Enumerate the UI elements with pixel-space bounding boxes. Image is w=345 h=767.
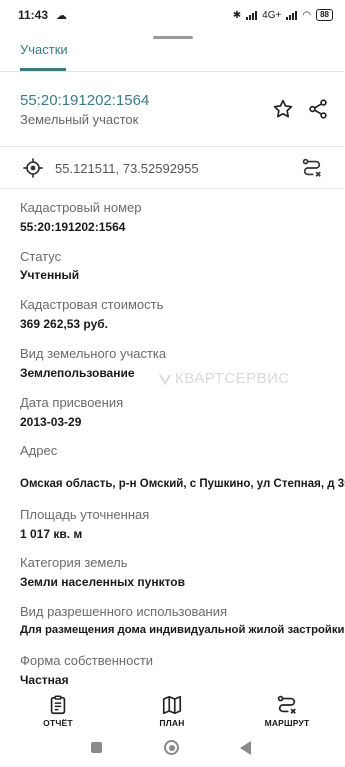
status-time: 11:43	[18, 8, 49, 22]
field-label-status: Статус	[20, 249, 62, 264]
field-label-cadastral-value: Кадастровая стоимость	[20, 297, 164, 312]
field-label-cadastral-number: Кадастровый номер	[20, 200, 142, 215]
watermark: КВАРТСЕРВИС	[158, 370, 290, 387]
field-value-land-category: Земли населенных пунктов	[20, 575, 186, 589]
field-value-permitted-use: Для размещения дома индивидуальной жилой…	[20, 624, 345, 636]
tab-parcels[interactable]: Участки	[20, 42, 68, 57]
route-icon[interactable]	[298, 154, 326, 182]
field-label-land-category: Категория земель	[20, 555, 128, 570]
cloud-icon: ☁	[56, 9, 68, 22]
field-label-land-type: Вид земельного участка	[20, 346, 167, 361]
field-value-cadastral-value: 369 262,53 руб.	[20, 317, 108, 331]
field-value-assignment-date: 2013-03-29	[20, 415, 82, 429]
field-value-address: Омская область, р-н Омский, с Пушкино, у…	[20, 478, 345, 490]
target-icon[interactable]	[19, 154, 47, 182]
status-bar: 11:43 ☁ ✱ 4G+ ◠ 88	[0, 0, 345, 30]
battery-icon: 88	[316, 9, 333, 21]
field-label-assignment-date: Дата присвоения	[20, 395, 124, 410]
field-value-ownership: Частная	[20, 673, 69, 687]
recents-icon[interactable]	[91, 742, 102, 753]
home-icon[interactable]	[164, 740, 179, 755]
wifi-icon: ◠	[302, 9, 312, 21]
nav-report-label: ОТЧЁТ	[43, 718, 73, 728]
parcel-type: Земельный участок	[20, 112, 139, 127]
network-type: 4G+	[262, 9, 282, 21]
field-value-status: Учтенный	[20, 268, 80, 282]
nav-route-label: МАРШРУТ	[264, 718, 310, 728]
coordinates-row: 55.121511, 73.52592955	[0, 150, 345, 188]
signal-icon-2	[286, 10, 298, 20]
field-label-ownership: Форма собственности	[20, 653, 154, 668]
field-label-address: Адрес	[20, 443, 58, 458]
nav-plan-label: ПЛАН	[159, 718, 185, 728]
bottom-navigation: ОТЧЁТ ПЛАН МАРШРУТ	[0, 690, 345, 734]
field-value-area: 1 017 кв. м	[20, 527, 83, 541]
field-label-permitted-use: Вид разрешенного использования	[20, 604, 228, 619]
back-icon[interactable]	[240, 741, 251, 755]
bluetooth-icon: ✱	[232, 9, 242, 21]
share-icon[interactable]	[304, 95, 332, 123]
nav-plan[interactable]: ПЛАН	[132, 690, 212, 734]
divider	[0, 188, 345, 189]
watermark-logo-icon	[158, 373, 172, 385]
field-label-area: Площадь уточненная	[20, 507, 150, 522]
signal-icon	[246, 10, 258, 20]
tab-indicator	[20, 68, 66, 71]
watermark-text: КВАРТСЕРВИС	[175, 370, 290, 387]
nav-report[interactable]: ОТЧЁТ	[18, 690, 98, 734]
report-icon	[50, 695, 66, 715]
star-icon[interactable]	[269, 95, 297, 123]
coordinates-value[interactable]: 55.121511, 73.52592955	[55, 161, 199, 176]
map-icon	[162, 695, 182, 715]
parcel-header: 55:20:191202:1564 Земельный участок	[0, 80, 345, 142]
tab-bar: Участки	[0, 38, 345, 72]
system-navigation	[0, 734, 345, 767]
divider	[0, 146, 345, 147]
nav-route[interactable]: МАРШРУТ	[247, 690, 327, 734]
field-value-cadastral-number: 55:20:191202:1564	[20, 220, 126, 234]
route-icon	[277, 695, 296, 714]
field-value-land-type: Землепользование	[20, 366, 135, 380]
cadastral-title[interactable]: 55:20:191202:1564	[20, 92, 149, 109]
